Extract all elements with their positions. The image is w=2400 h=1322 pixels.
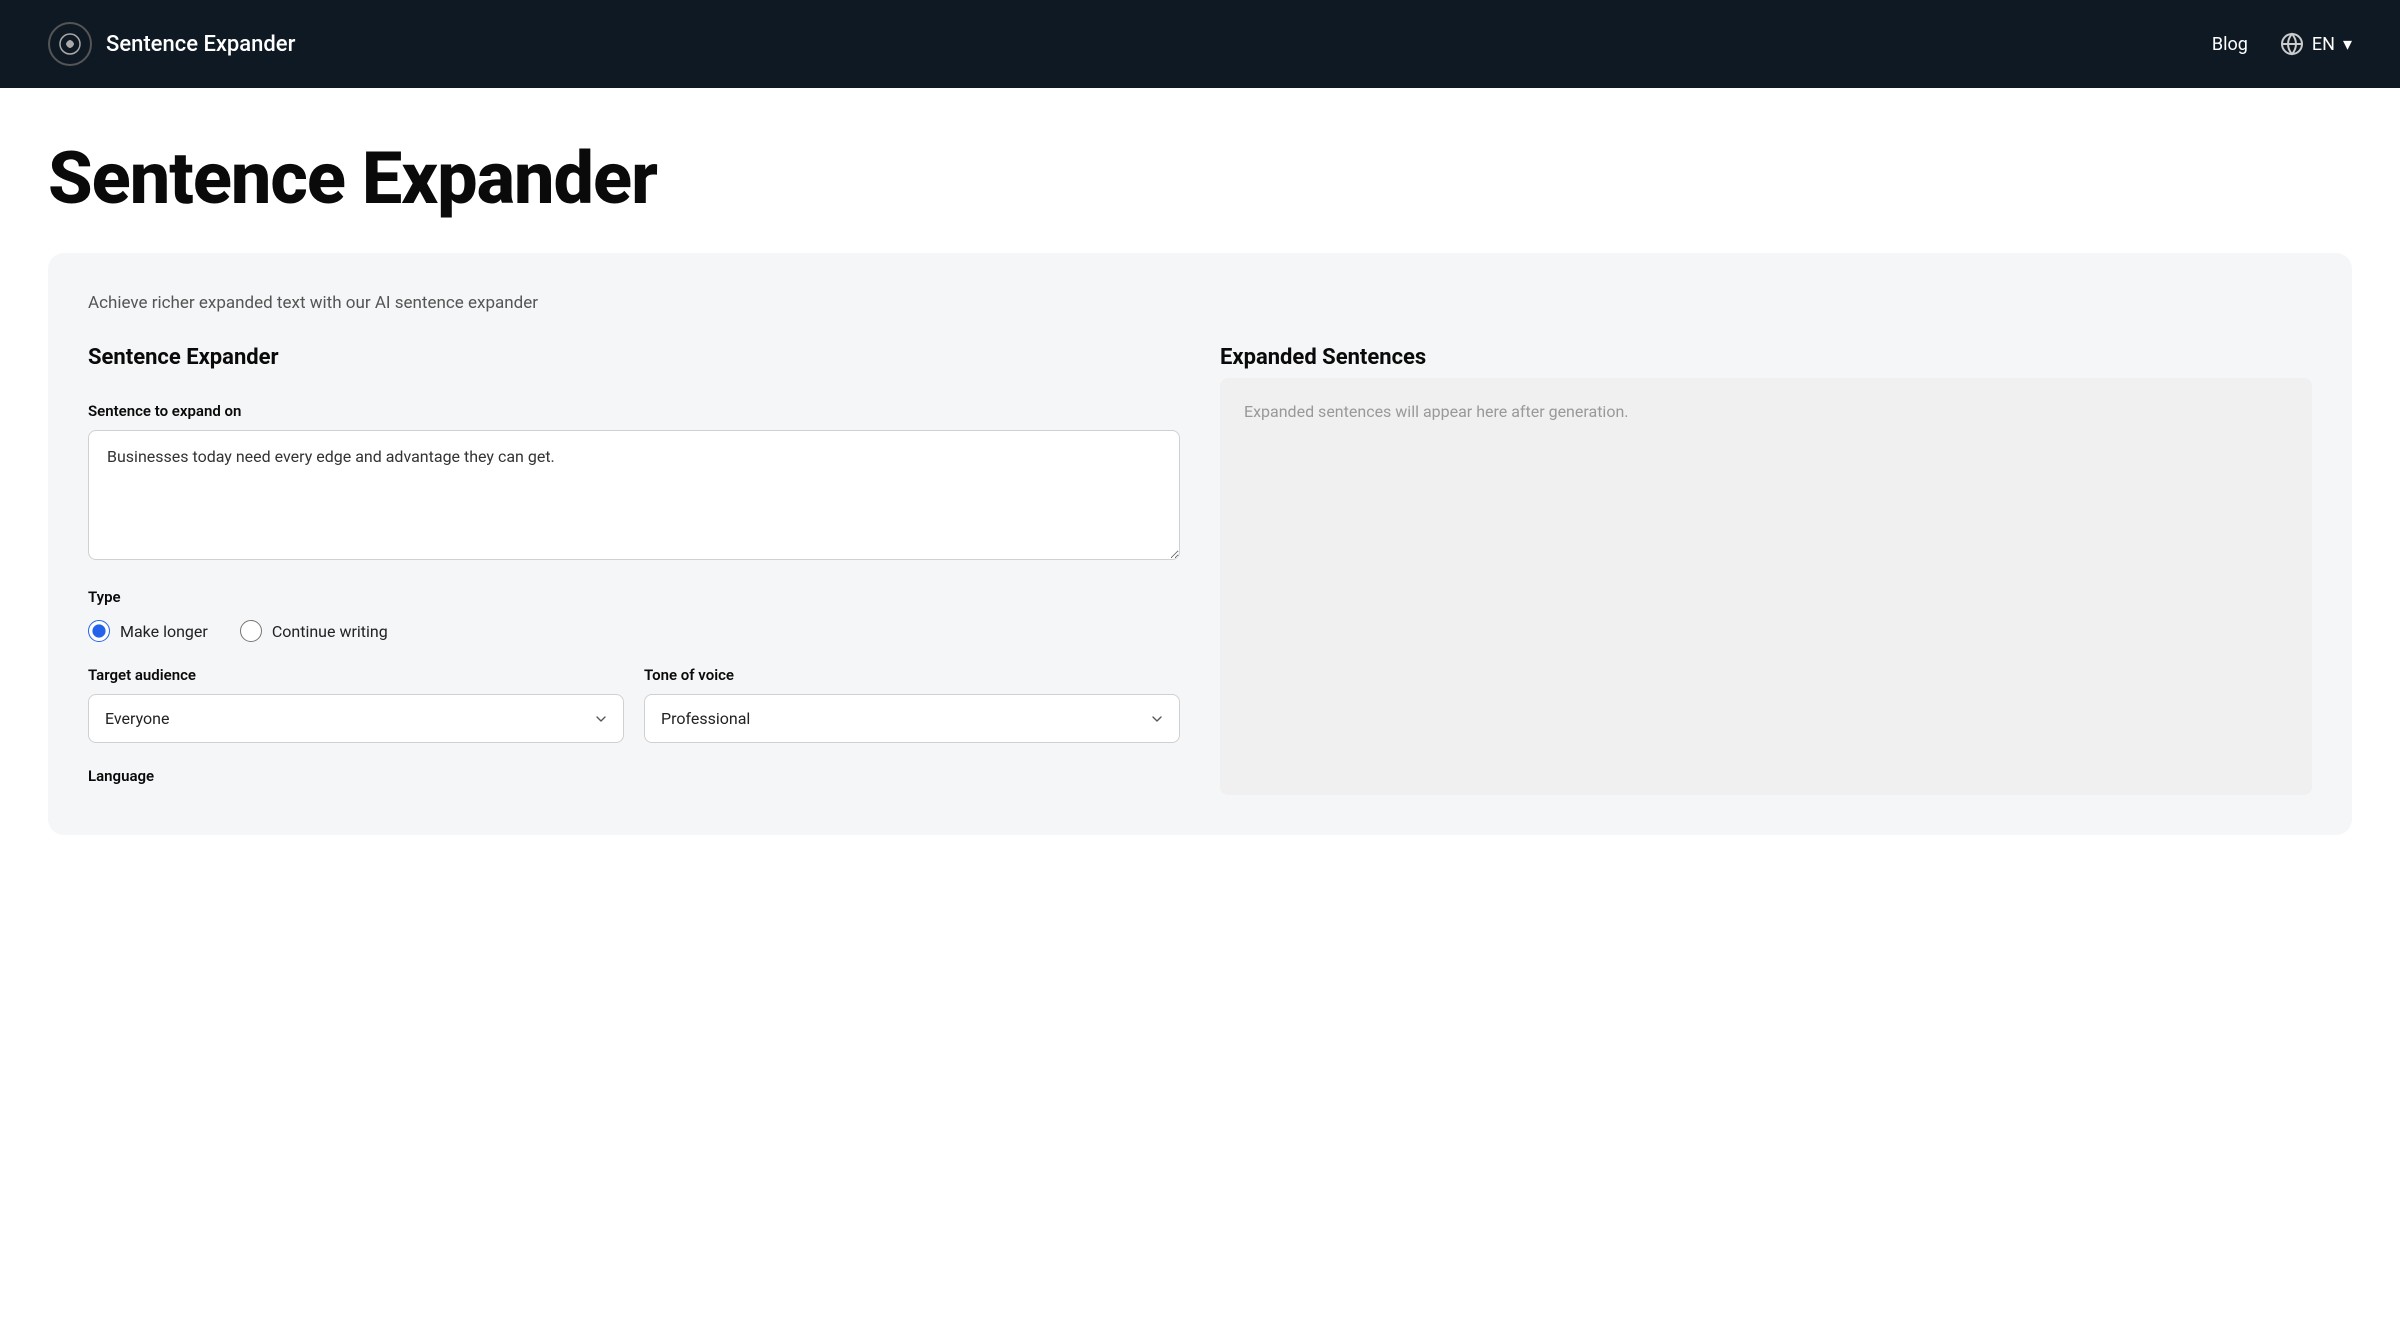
radio-continue-writing[interactable]: Continue writing [240,620,388,642]
sentence-field-group: Sentence to expand on Businesses today n… [88,402,1180,564]
logo[interactable]: Sentence Expander [48,22,295,66]
radio-make-longer[interactable]: Make longer [88,620,208,642]
left-panel: Sentence Expander Sentence to expand on … [88,345,1180,795]
target-audience-select[interactable]: Everyone Students Professionals Children [88,694,624,743]
left-panel-heading: Sentence Expander [88,345,1180,370]
blog-link[interactable]: Blog [2212,34,2248,55]
radio-make-longer-input[interactable] [88,620,110,642]
logo-text: Sentence Expander [106,32,295,57]
type-label: Type [88,588,1180,606]
radio-make-longer-label: Make longer [120,622,208,641]
page-title: Sentence Expander [48,136,2352,221]
dropdowns-row: Target audience Everyone Students Profes… [88,666,1180,743]
sentence-label: Sentence to expand on [88,402,1180,420]
radio-continue-writing-input[interactable] [240,620,262,642]
radio-group: Make longer Continue writing [88,620,1180,642]
main-content: Sentence Expander Achieve richer expande… [0,88,2400,835]
target-audience-group: Target audience Everyone Students Profes… [88,666,624,743]
tone-of-voice-select[interactable]: Professional Casual Formal Friendly [644,694,1180,743]
tool-subtitle: Achieve richer expanded text with our AI… [88,293,2312,313]
radio-continue-writing-label: Continue writing [272,622,388,641]
lang-code: EN [2312,34,2335,55]
tone-of-voice-label: Tone of voice [644,666,1180,684]
tool-container: Achieve richer expanded text with our AI… [48,253,2352,835]
type-section: Type Make longer Continue writing [88,588,1180,642]
language-label: Language [88,767,1180,785]
lang-chevron: ▾ [2343,34,2352,55]
target-audience-label: Target audience [88,666,624,684]
expanded-placeholder: Expanded sentences will appear here afte… [1244,402,1629,421]
right-panel-heading: Expanded Sentences [1220,345,2312,370]
right-panel: Expanded Sentences Expanded sentences wi… [1220,345,2312,795]
globe-icon [2280,32,2304,56]
logo-icon [48,22,92,66]
tool-grid: Sentence Expander Sentence to expand on … [88,345,2312,795]
language-section: Language [88,767,1180,795]
sentence-textarea[interactable]: Businesses today need every edge and adv… [88,430,1180,560]
header-nav: Blog EN ▾ [2212,32,2352,56]
header: Sentence Expander Blog EN ▾ [0,0,2400,88]
tone-of-voice-group: Tone of voice Professional Casual Formal… [644,666,1180,743]
language-selector[interactable]: EN ▾ [2280,32,2352,56]
expanded-output: Expanded sentences will appear here afte… [1220,378,2312,795]
